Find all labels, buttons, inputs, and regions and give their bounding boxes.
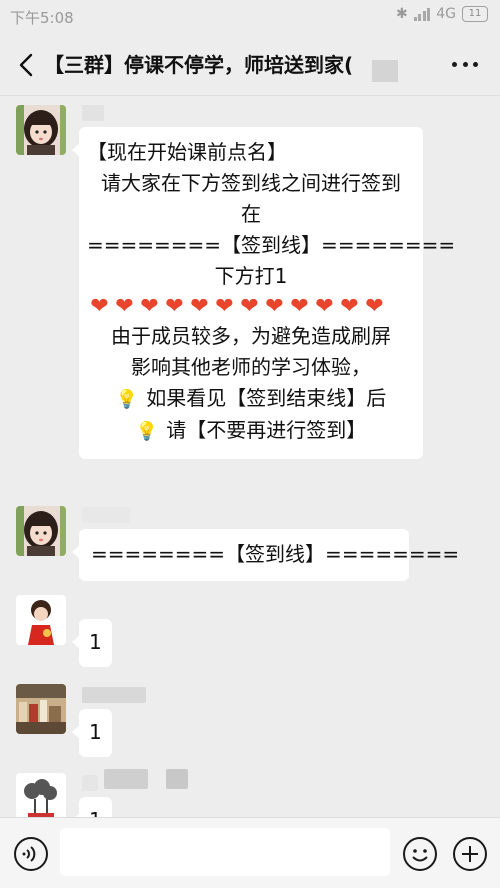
heart-icon: ❤ (90, 294, 109, 319)
sender-name-redacted (104, 769, 148, 789)
message-line: 在 (241, 202, 261, 226)
heart-icon: ❤ (115, 294, 134, 319)
sender-name-redacted (82, 687, 146, 703)
input-bar (0, 817, 500, 888)
message-line: 请大家在下方签到线之间进行签到 (101, 171, 401, 195)
heart-icon: ❤ (165, 294, 184, 319)
plus-icon[interactable] (452, 836, 488, 872)
heart-icon: ❤ (215, 294, 234, 319)
message-bubble[interactable]: 【现在开始课前点名】 请大家在下方签到线之间进行签到 在 ========【签到… (72, 127, 456, 459)
bluetooth-icon: ✱ (396, 6, 408, 22)
sender-name-redacted (82, 105, 104, 121)
voice-icon[interactable] (13, 836, 49, 872)
sender-name-redacted (82, 507, 130, 523)
message-line: ========【签到线】======== (87, 233, 456, 257)
status-indicators: ✱ 4G 11 (396, 6, 488, 22)
status-time: 下午5:08 (10, 9, 74, 27)
message-bubble[interactable]: 1 (72, 619, 112, 667)
heart-icon: ❤ (140, 294, 159, 319)
message-bubble[interactable]: ========【签到线】======== (72, 529, 459, 581)
avatar[interactable] (16, 506, 66, 556)
avatar[interactable] (16, 773, 66, 817)
heart-icon: ❤ (315, 294, 334, 319)
battery-icon: 11 (462, 6, 488, 22)
more-icon[interactable] (452, 62, 478, 70)
message-bubble[interactable]: 1 (72, 709, 112, 757)
heart-icon: ❤ (290, 294, 309, 319)
lightbulb-icon: 💡 (115, 389, 139, 410)
signal-icon (413, 7, 431, 21)
chat-title: 【三群】停课不停学，师培送到家( (44, 53, 354, 77)
message-input[interactable] (60, 828, 390, 876)
chevron-left-icon[interactable] (14, 50, 40, 80)
message-line: 由于成员较多，为避免造成刷屏 (111, 324, 391, 348)
message-list[interactable]: 【现在开始课前点名】 请大家在下方签到线之间进行签到 在 ========【签到… (0, 97, 500, 817)
message-line: 影响其他老师的学习体验， (131, 355, 371, 379)
lightbulb-icon: 💡 (135, 421, 159, 442)
message-line: 请【不要再进行签到】 (166, 418, 367, 442)
message-bubble[interactable]: 1 (72, 797, 112, 817)
sender-name-redacted (166, 769, 188, 789)
message-line: 如果看见【签到结束线】后 (146, 386, 387, 410)
emoji-icon[interactable] (402, 836, 438, 872)
avatar[interactable] (16, 684, 66, 734)
sender-name-redacted (82, 775, 98, 791)
message-line: 下方打1 (214, 264, 288, 288)
network-type: 4G (436, 6, 456, 22)
chat-header: 【三群】停课不停学，师培送到家( (0, 34, 500, 96)
title-redacted (372, 60, 398, 82)
message-line: 【现在开始课前点名】 (87, 140, 287, 164)
avatar[interactable] (16, 595, 66, 645)
heart-icon: ❤ (265, 294, 284, 319)
heart-icon: ❤ (190, 294, 209, 319)
avatar[interactable] (16, 105, 66, 155)
heart-icon: ❤ (240, 294, 259, 319)
status-bar: 下午5:08 ✱ 4G 11 (0, 0, 500, 34)
hearts-row: ❤ ❤ ❤ ❤ ❤ ❤ ❤ ❤ ❤ ❤ ❤ ❤ (87, 292, 415, 321)
heart-icon: ❤ (340, 294, 359, 319)
heart-icon: ❤ (365, 294, 384, 319)
